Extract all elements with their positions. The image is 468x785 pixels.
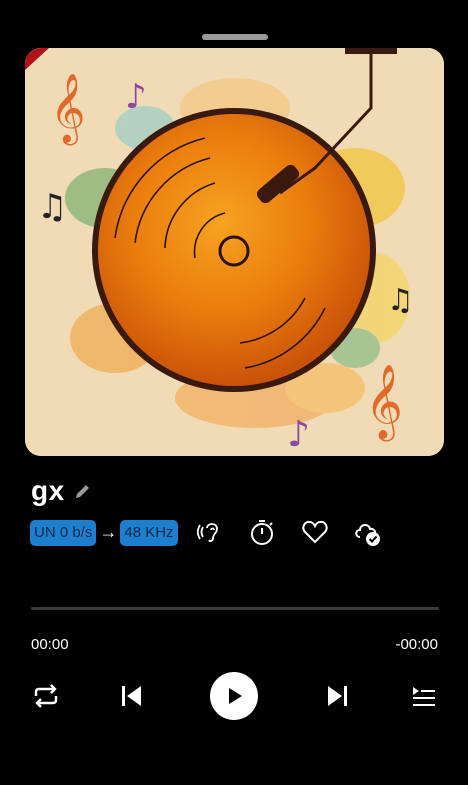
play-icon[interactable] xyxy=(210,672,258,720)
drag-handle[interactable] xyxy=(202,34,268,40)
skip-next-icon[interactable] xyxy=(322,680,352,712)
stopwatch-icon[interactable] xyxy=(246,516,278,548)
sample-rate-badge[interactable]: 48 KHz xyxy=(120,519,178,546)
svg-text:𝄞: 𝄞 xyxy=(50,73,85,145)
svg-text:♪: ♪ xyxy=(125,77,147,117)
heart-icon[interactable] xyxy=(299,516,331,548)
turntable-illustration: 𝄞 ♪ ♫ ♫ 𝄞 ♪ xyxy=(25,48,444,456)
album-art: 𝄞 ♪ ♫ ♫ 𝄞 ♪ xyxy=(25,48,444,456)
svg-text:♫: ♫ xyxy=(387,283,414,318)
format-arrow: → xyxy=(99,522,118,542)
skip-previous-icon[interactable] xyxy=(117,680,147,712)
cloud-check-icon[interactable] xyxy=(351,516,383,548)
elapsed-time: 00:00 xyxy=(31,636,69,653)
playlist-icon[interactable] xyxy=(407,680,439,712)
repeat-icon[interactable] xyxy=(30,680,62,712)
remaining-time: -00:00 xyxy=(395,636,438,653)
svg-text:𝄞: 𝄞 xyxy=(365,365,403,442)
bitrate-badge[interactable]: UN 0 b/s xyxy=(30,519,97,546)
progress-bar[interactable] xyxy=(31,607,439,610)
ear-icon[interactable] xyxy=(195,516,227,548)
track-title: gx xyxy=(31,475,65,506)
pencil-icon[interactable] xyxy=(73,481,93,501)
svg-text:♫: ♫ xyxy=(37,187,67,227)
svg-text:♪: ♪ xyxy=(287,414,310,455)
